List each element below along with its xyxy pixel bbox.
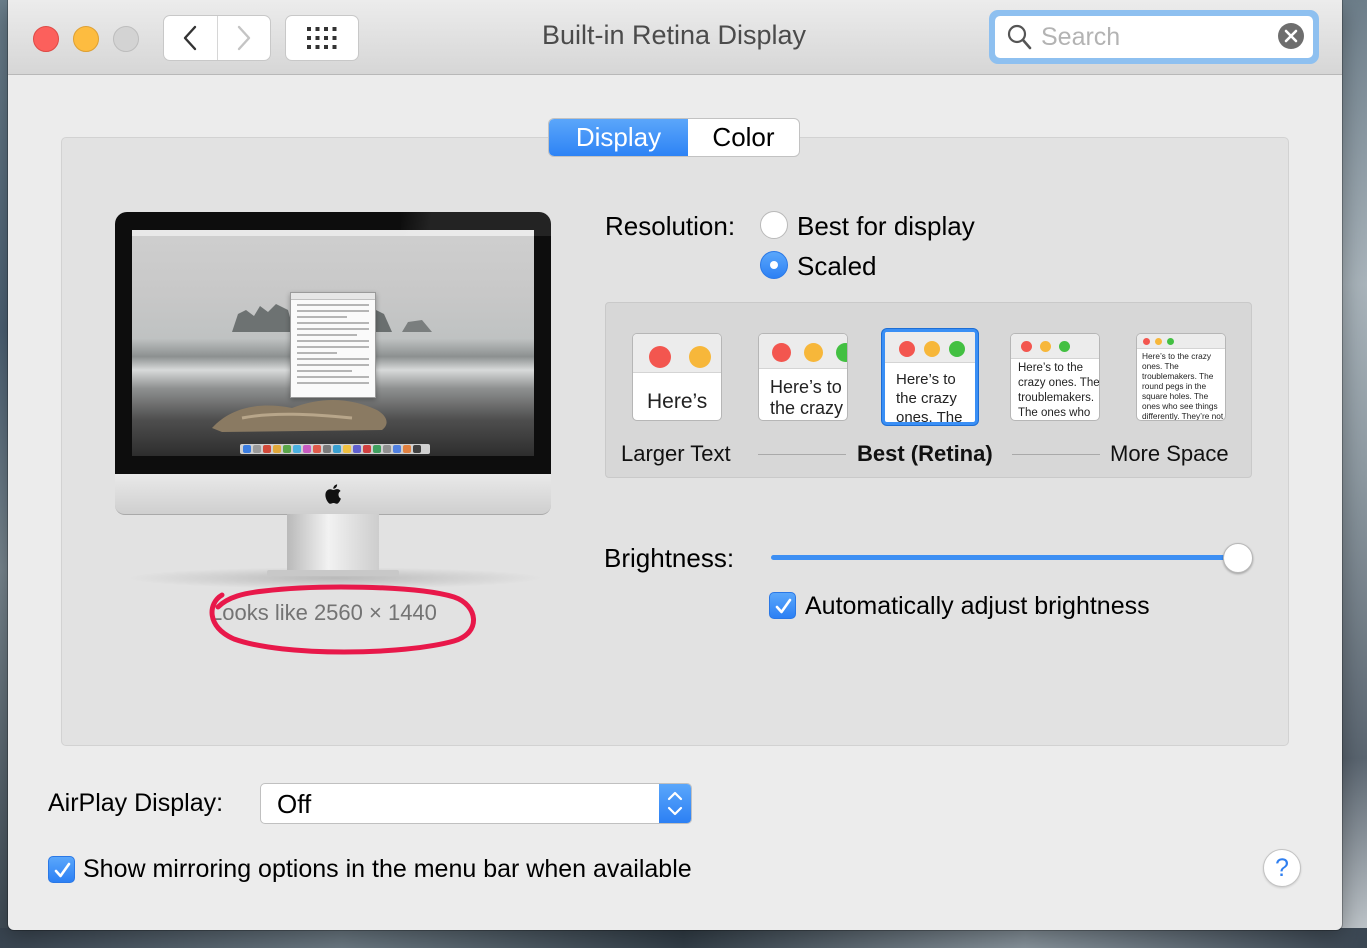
scaling-options-panel: Here’s Here’s to the crazy ones. The tro… [605, 302, 1252, 478]
brightness-slider-track[interactable] [771, 555, 1239, 560]
radio-best-for-display[interactable] [760, 211, 788, 239]
minimize-window-button[interactable] [73, 26, 99, 52]
help-button[interactable]: ? [1263, 849, 1301, 887]
scale-sample-text: Here’s to the crazy ones. The troublemak… [1018, 362, 1100, 419]
clear-search-icon[interactable] [1278, 23, 1304, 49]
auto-brightness-label[interactable]: Automatically adjust brightness [805, 592, 1150, 621]
display-preview [115, 212, 551, 589]
imac-chin [115, 474, 551, 515]
imac-stand [287, 514, 379, 576]
screen-glare [401, 212, 551, 236]
scale-option-more-space[interactable]: Here’s to the crazy ones. The troublemak… [1136, 333, 1226, 421]
checkmark-icon [54, 862, 71, 878]
search-placeholder: Search [1041, 23, 1121, 51]
brightness-label: Brightness: [604, 543, 735, 573]
checkmark-icon [775, 598, 792, 614]
airplay-display-label: AirPlay Display: [48, 789, 224, 817]
scaled-label[interactable]: Scaled [797, 251, 877, 282]
scale-sample-text: Here’s to the crazy ones. The troublemak… [1142, 351, 1224, 421]
show-mirroring-checkbox[interactable] [48, 856, 75, 883]
title-bar: Built-in Retina Display Search [8, 0, 1342, 75]
imac-wallpaper [132, 230, 534, 456]
tab-display[interactable]: Display [549, 119, 688, 156]
chevron-right-icon [237, 25, 250, 51]
mini-document-window [290, 292, 376, 398]
airplay-selected-value: Off [277, 789, 312, 819]
back-button[interactable] [164, 16, 217, 60]
zoom-window-button[interactable] [113, 26, 139, 52]
show-all-button[interactable] [285, 15, 359, 61]
tab-color[interactable]: Color [688, 119, 799, 156]
close-window-button[interactable] [33, 26, 59, 52]
red-circle-annotation [209, 584, 476, 655]
search-field-focus-ring: Search [989, 10, 1319, 64]
radio-scaled[interactable] [760, 251, 788, 279]
chevron-left-icon [184, 25, 197, 51]
imac-screen [115, 212, 551, 474]
desktop-background-bottom [0, 928, 1367, 948]
best-retina-label: Best (Retina) [857, 441, 993, 466]
scale-option-best-retina[interactable]: Here’s to the crazy ones. The troublemak… [882, 329, 978, 425]
tab-control: Display Color [548, 118, 800, 157]
imac-foot [267, 570, 399, 576]
preferences-window: Built-in Retina Display Search Display C… [8, 0, 1342, 930]
scale-divider-left [758, 454, 846, 455]
search-icon [1007, 24, 1032, 50]
grid-icon [307, 27, 337, 49]
scale-option-2[interactable]: Here’s to the crazy ones. The troublemak… [758, 333, 848, 421]
auto-brightness-checkbox[interactable] [769, 592, 796, 619]
driftwood-image [212, 399, 387, 432]
mini-dock [240, 444, 430, 454]
scale-sample-text: Here’s to the crazy ones. The troublemak… [770, 377, 844, 420]
larger-text-label: Larger Text [621, 441, 731, 466]
window-title: Built-in Retina Display [541, 20, 807, 50]
navigation-buttons [163, 15, 271, 61]
scale-sample-text: Here’s to the crazy ones. The troublemak… [896, 371, 963, 424]
apple-logo-icon [325, 484, 341, 504]
show-mirroring-label[interactable]: Show mirroring options in the menu bar w… [83, 855, 692, 884]
search-input[interactable]: Search [995, 16, 1313, 58]
resolution-label: Resolution: [605, 211, 736, 241]
brightness-slider-knob[interactable] [1223, 543, 1253, 573]
sea-stacks-image [232, 304, 432, 332]
scale-option-larger-text[interactable]: Here’s [632, 333, 722, 421]
scale-divider-right [1012, 454, 1100, 455]
scale-option-4[interactable]: Here’s to the crazy ones. The troublemak… [1010, 333, 1100, 421]
scale-sample-text: Here’s [647, 390, 708, 413]
select-arrows-icon [659, 784, 691, 823]
airplay-display-select[interactable]: Off [260, 783, 692, 824]
more-space-label: More Space [1110, 441, 1229, 466]
best-for-display-label[interactable]: Best for display [797, 211, 975, 242]
forward-button[interactable] [216, 16, 271, 60]
